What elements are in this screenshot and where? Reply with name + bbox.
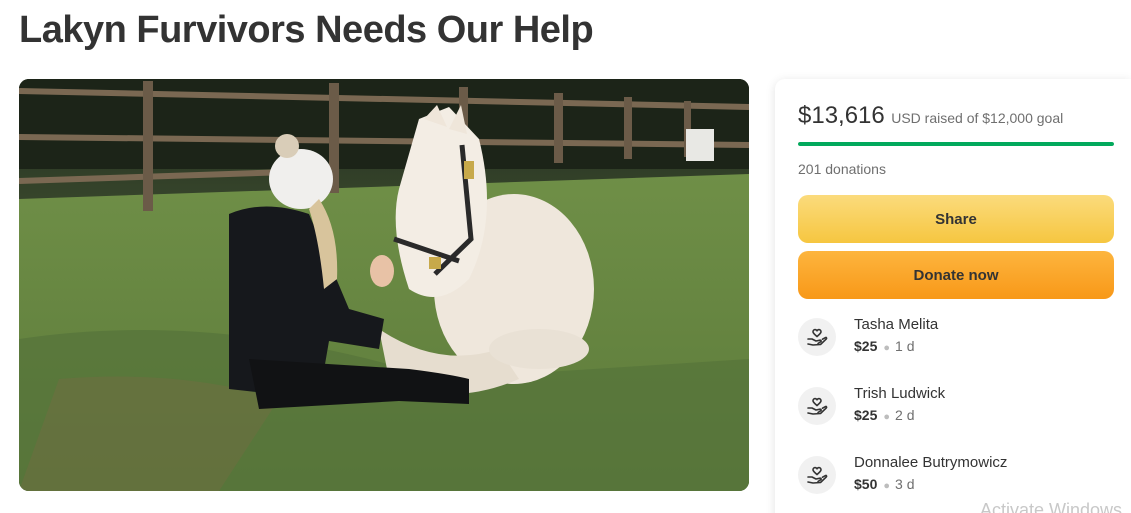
donation-heart-hand-icon [798, 318, 836, 356]
separator-dot: ● [883, 411, 891, 423]
progress-bar-fill [798, 142, 1114, 146]
activate-windows-watermark: Activate Windows [980, 500, 1123, 513]
donation-card: $13,616 USD raised of $12,000 goal 201 d… [775, 79, 1131, 513]
donor-item: Donnalee Butrymowicz $50 ● 3 d [798, 454, 1114, 498]
separator-dot: ● [883, 342, 891, 354]
campaign-photo-image [19, 79, 749, 491]
donor-meta: $25 ● 1 d [854, 338, 914, 354]
donor-name: Trish Ludwick [854, 385, 946, 402]
share-button[interactable]: Share [798, 195, 1114, 243]
donor-item: Trish Ludwick $25 ● 2 d [798, 385, 1114, 429]
donor-item: Tasha Melita $25 ● 1 d [798, 316, 1114, 360]
donor-meta: $50 ● 3 d [854, 476, 914, 492]
separator-dot: ● [883, 480, 891, 492]
donor-meta: $25 ● 2 d [854, 407, 914, 423]
raised-goal-text: USD raised of $12,000 goal [891, 110, 1064, 126]
donor-name: Tasha Melita [854, 316, 939, 333]
donation-count: 201 donations [798, 161, 886, 177]
page-title: Lakyn Furvivors Needs Our Help [19, 9, 594, 51]
donor-amount: $25 [854, 338, 878, 354]
campaign-photo[interactable] [19, 79, 749, 491]
donor-time: 3 d [895, 476, 915, 492]
raised-amount: $13,616 [798, 102, 885, 129]
campaign-page: Lakyn Furvivors Needs Our Help $13,616 U… [0, 0, 1131, 513]
donor-time: 2 d [895, 407, 915, 423]
donor-name: Donnalee Butrymowicz [854, 454, 1008, 471]
donor-amount: $25 [854, 407, 878, 423]
donation-heart-hand-icon [798, 456, 836, 494]
donor-amount: $50 [854, 476, 878, 492]
donor-time: 1 d [895, 338, 915, 354]
donate-now-button[interactable]: Donate now [798, 251, 1114, 299]
donation-heart-hand-icon [798, 387, 836, 425]
progress-bar [798, 142, 1114, 146]
raised-summary: $13,616 USD raised of $12,000 goal [798, 102, 1063, 130]
